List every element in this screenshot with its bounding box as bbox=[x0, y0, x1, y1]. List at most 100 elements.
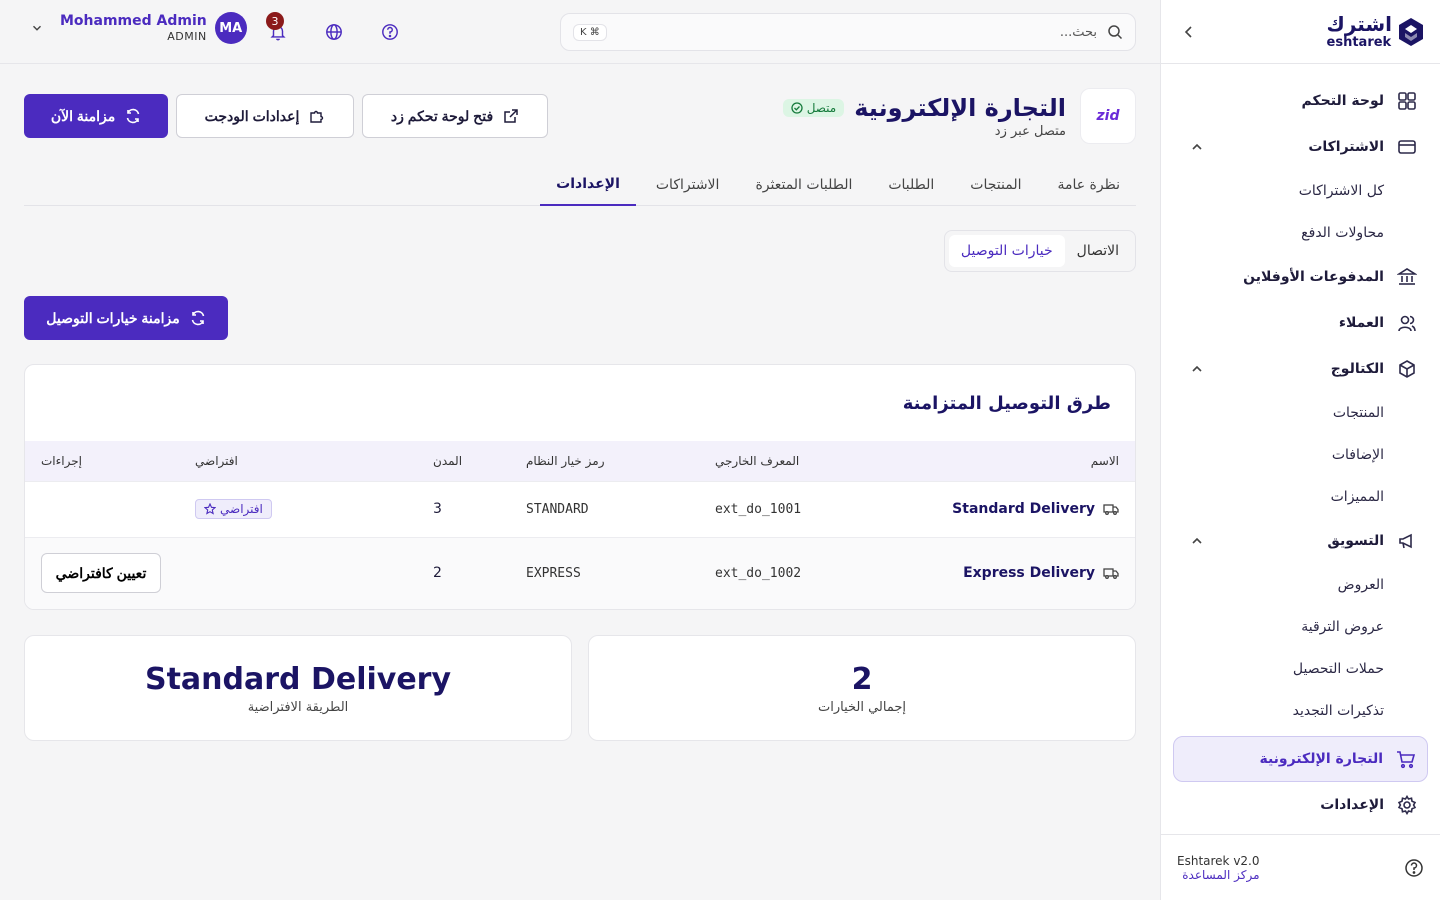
page-header: zid التجارة الإلكترونية متصل متصل عبر زد bbox=[782, 88, 1136, 144]
open-zid-dashboard-button[interactable]: فتح لوحة تحكم زد bbox=[362, 94, 548, 138]
subtab-connection[interactable]: الاتصال bbox=[1065, 235, 1131, 267]
sidebar-item-marketing[interactable]: التسويق bbox=[1173, 518, 1428, 564]
sidebar-item-label: الاشتراكات bbox=[1308, 139, 1384, 155]
brand-logo[interactable]: اشترك eshtarek bbox=[1327, 14, 1424, 49]
sidebar-item-label: العملاء bbox=[1338, 315, 1384, 331]
app-version: Eshtarek v2.0 bbox=[1177, 853, 1260, 868]
megaphone-icon bbox=[1396, 530, 1418, 552]
sidebar-subitem-payment-attempts[interactable]: محاولات الدفع bbox=[1173, 212, 1428, 254]
tab-overview[interactable]: نظرة عامة bbox=[1041, 164, 1136, 206]
sidebar-item-ecommerce[interactable]: التجارة الإلكترونية bbox=[1173, 736, 1428, 782]
status-badge: متصل bbox=[782, 98, 845, 117]
sidebar-subitem-products[interactable]: المنتجات bbox=[1173, 392, 1428, 434]
tab-failed-orders[interactable]: الطلبات المتعثرة bbox=[739, 164, 868, 206]
card-title: طرق التوصيل المتزامنة bbox=[902, 392, 1111, 414]
sidebar-subitem-offers[interactable]: العروض bbox=[1173, 564, 1428, 606]
external-id: ext_do_1002 bbox=[715, 565, 802, 581]
sidebar-item-subscriptions[interactable]: الاشتراكات bbox=[1173, 124, 1428, 170]
help-circle-icon[interactable] bbox=[1404, 858, 1424, 878]
sidebar-item-dashboard[interactable]: لوحة التحكم bbox=[1173, 78, 1428, 124]
grid-icon bbox=[1396, 90, 1418, 112]
sidebar-subitem-all-subscriptions[interactable]: كل الاشتراكات bbox=[1173, 170, 1428, 212]
settings-subtabs: الاتصال خيارات التوصيل bbox=[943, 230, 1136, 272]
sidebar-item-label: الكتالوج bbox=[1330, 361, 1384, 377]
widget-settings-label: إعدادات الودجت bbox=[204, 107, 300, 124]
user-menu[interactable]: Mohammed Admin ADMIN MA bbox=[30, 12, 247, 44]
widget-settings-button[interactable]: إعدادات الودجت bbox=[176, 94, 354, 138]
sync-now-button[interactable]: مزامنة الآن bbox=[24, 94, 168, 138]
star-icon bbox=[204, 503, 216, 515]
tab-orders[interactable]: الطلبات bbox=[872, 164, 950, 206]
table-row: Express Delivery ext_do_1002 EXPRESS 2 ت… bbox=[25, 537, 1135, 609]
chevron-down-icon bbox=[33, 25, 41, 31]
sidebar-item-label: المدفوعات الأوفلاين bbox=[1243, 269, 1384, 285]
notification-count-badge: 3 bbox=[266, 12, 284, 30]
search-placeholder: بحث... bbox=[1059, 24, 1097, 40]
delivery-name-text: Standard Delivery bbox=[952, 501, 1095, 517]
sidebar-item-label: الإعدادات bbox=[1320, 797, 1384, 813]
status-label: متصل bbox=[806, 100, 837, 115]
sidebar-subitem-addons[interactable]: الإضافات bbox=[1173, 434, 1428, 476]
avatar: MA bbox=[214, 12, 247, 44]
sidebar-item-catalog[interactable]: الكتالوج bbox=[1173, 346, 1428, 392]
chevron-up-icon[interactable] bbox=[1189, 361, 1205, 377]
tab-settings[interactable]: الإعدادات bbox=[540, 164, 636, 206]
sidebar-subitem-upgrade-offers[interactable]: عروض الترقية bbox=[1173, 606, 1428, 648]
globe-icon bbox=[326, 24, 342, 40]
col-actions: إجراءات bbox=[41, 453, 82, 468]
check-circle-icon bbox=[791, 101, 803, 114]
table-header-row: الاسم المعرف الخارجي رمز خيار النظام الم… bbox=[25, 441, 1135, 481]
truck-icon bbox=[1103, 568, 1119, 580]
users-icon bbox=[1396, 312, 1418, 334]
sidebar-footer: Eshtarek v2.0 مركز المساعدة bbox=[1161, 834, 1440, 900]
search-icon bbox=[1108, 25, 1123, 40]
help-center-link[interactable]: مركز المساعدة bbox=[1182, 868, 1259, 882]
brand-name-en: eshtarek bbox=[1326, 35, 1392, 50]
subtab-delivery-options[interactable]: خيارات التوصيل bbox=[948, 235, 1065, 267]
zid-logo: zid bbox=[1080, 88, 1136, 144]
chevron-up-icon[interactable] bbox=[1189, 533, 1205, 549]
sidebar-item-label: التجارة الإلكترونية bbox=[1259, 751, 1383, 767]
header-actions: مزامنة الآن إعدادات الودجت فتح لوحة تحكم… bbox=[24, 94, 548, 138]
brand-name-ar: اشترك bbox=[1326, 12, 1392, 36]
sidebar-subitem-features[interactable]: المميزات bbox=[1173, 476, 1428, 518]
topbar: بحث... ⌘ K 3 Mohammed Admin ADMIN MA bbox=[0, 0, 1160, 64]
sidebar-item-customers[interactable]: العملاء bbox=[1173, 300, 1428, 346]
sync-delivery-options-button[interactable]: مزامنة خيارات التوصيل bbox=[24, 296, 228, 340]
page-title: التجارة الإلكترونية bbox=[854, 93, 1066, 122]
notifications-button[interactable]: 3 bbox=[266, 12, 290, 44]
system-code: EXPRESS bbox=[526, 565, 581, 581]
delivery-name: Express Delivery bbox=[905, 565, 1119, 581]
sidebar: اشترك eshtarek لوحة التحكم الاشتراكات كل… bbox=[1160, 0, 1440, 900]
open-dashboard-label: فتح لوحة تحكم زد bbox=[390, 107, 494, 124]
language-button[interactable] bbox=[322, 20, 346, 44]
chevron-left-icon bbox=[1184, 25, 1192, 38]
gear-icon bbox=[1396, 794, 1418, 816]
truck-icon bbox=[1103, 504, 1119, 515]
sidebar-item-settings[interactable]: الإعدادات bbox=[1173, 782, 1428, 828]
tab-subscriptions[interactable]: الاشتراكات bbox=[640, 164, 736, 206]
sidebar-subitem-renewal-reminders[interactable]: تذكيرات التجديد bbox=[1173, 690, 1428, 732]
sidebar-subitem-dunning-campaigns[interactable]: حملات التحصيل bbox=[1173, 648, 1428, 690]
chevron-up-icon[interactable] bbox=[1189, 139, 1205, 155]
search-input[interactable]: بحث... ⌘ K bbox=[560, 13, 1136, 51]
user-role: ADMIN bbox=[167, 29, 207, 43]
default-badge-label: افتراضي bbox=[220, 502, 263, 516]
delivery-methods-card: طرق التوصيل المتزامنة الاسم المعرف الخار… bbox=[24, 364, 1136, 610]
cities-count: 3 bbox=[433, 501, 442, 517]
tab-products[interactable]: المنتجات bbox=[954, 164, 1037, 206]
sidebar-item-label: التسويق bbox=[1327, 533, 1384, 549]
sidebar-nav: لوحة التحكم الاشتراكات كل الاشتراكات محا… bbox=[1161, 64, 1440, 842]
set-as-default-button[interactable]: تعيين كافتراضي bbox=[41, 553, 161, 594]
brand-mark-icon bbox=[1399, 17, 1423, 46]
help-button[interactable] bbox=[378, 20, 402, 44]
collapse-sidebar-button[interactable] bbox=[1177, 20, 1201, 44]
delivery-name-text: Express Delivery bbox=[963, 565, 1095, 582]
search-shortcut: ⌘ K bbox=[573, 23, 607, 41]
help-circle-icon bbox=[382, 24, 398, 40]
main-content: بحث... ⌘ K 3 Mohammed Admin ADMIN MA zid… bbox=[0, 0, 1160, 900]
sidebar-item-offline-payments[interactable]: المدفوعات الأوفلاين bbox=[1173, 254, 1428, 300]
external-id: ext_do_1001 bbox=[715, 501, 802, 517]
refresh-icon bbox=[191, 310, 205, 326]
user-name: Mohammed Admin bbox=[60, 13, 207, 29]
